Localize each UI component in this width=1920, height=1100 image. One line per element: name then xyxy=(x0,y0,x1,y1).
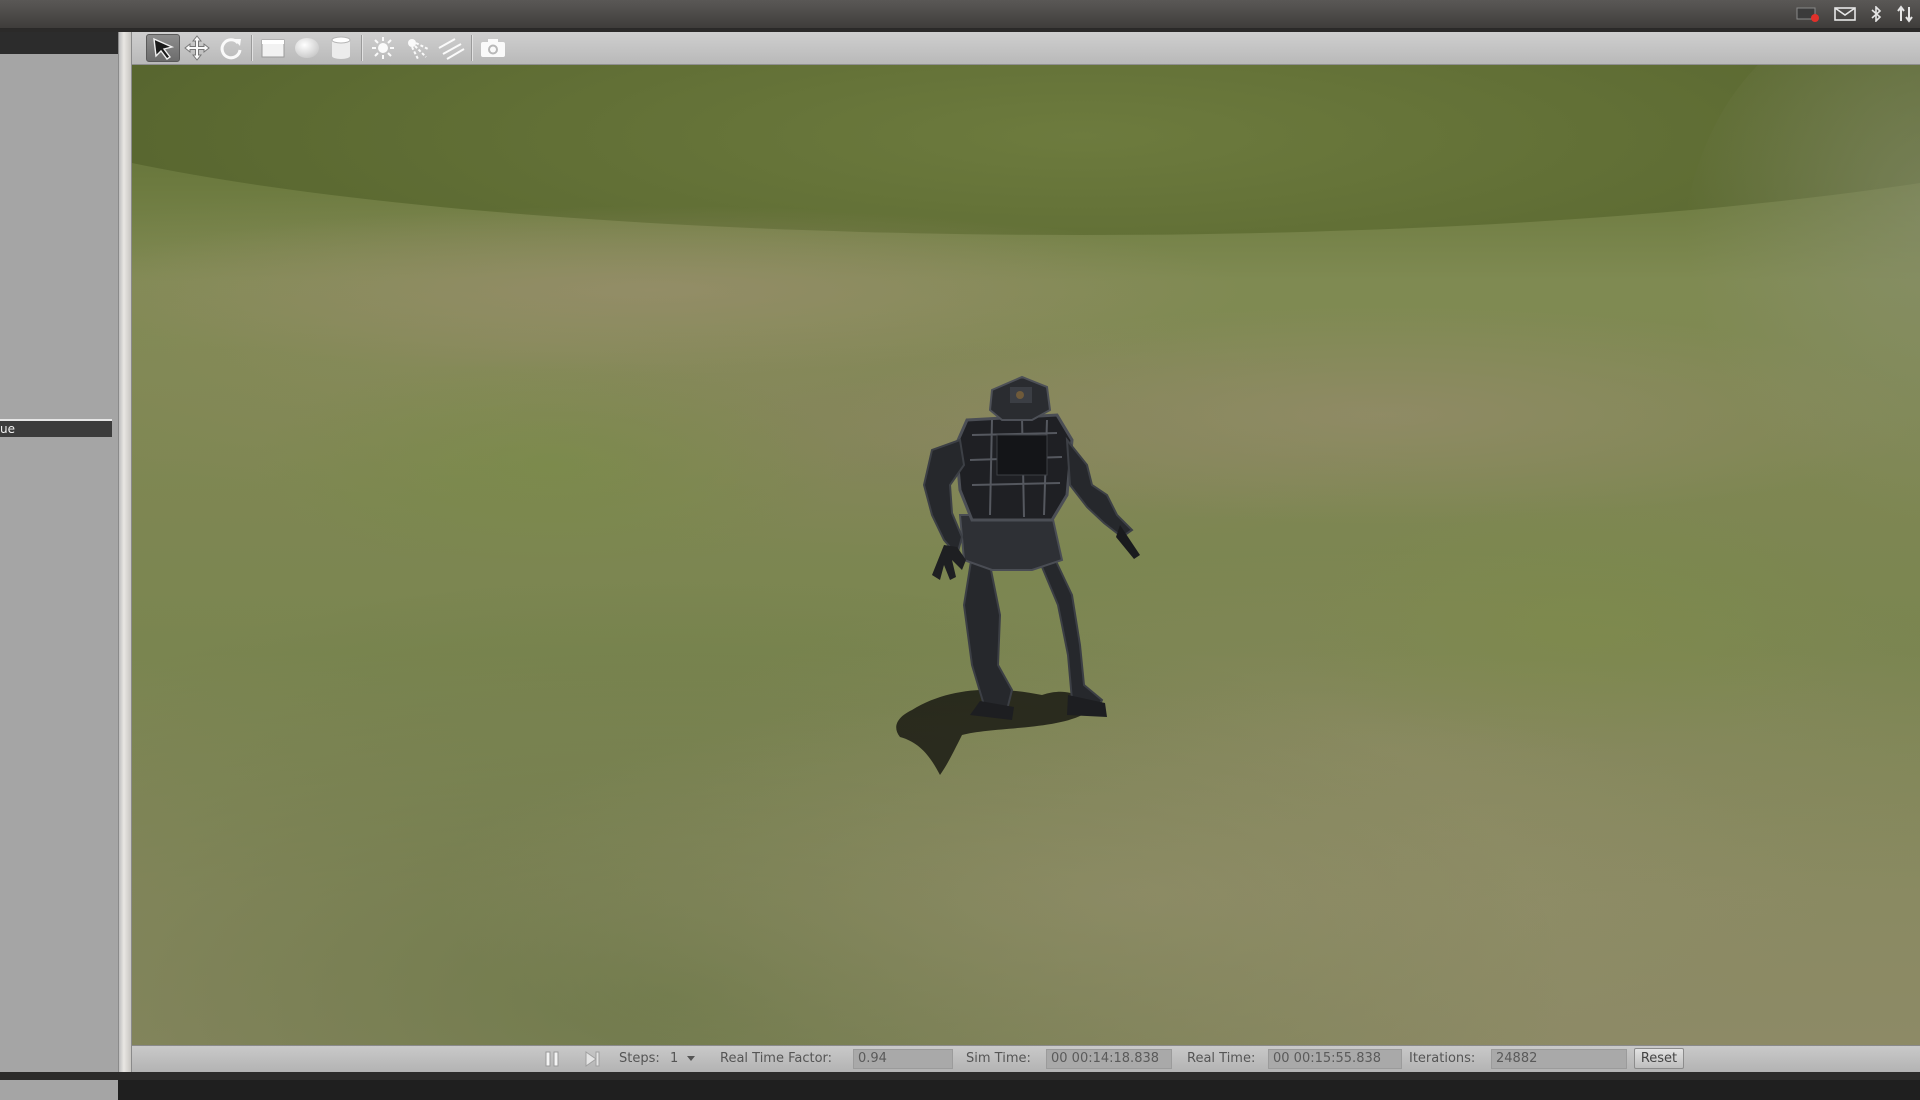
rotate-icon xyxy=(220,38,242,60)
screenshot-button[interactable] xyxy=(476,34,510,62)
iterations-label: Iterations: xyxy=(1409,1051,1476,1066)
step-button[interactable] xyxy=(584,1050,602,1072)
toolbar-separator xyxy=(361,35,363,61)
directional-light-icon xyxy=(438,38,465,60)
recording-icon[interactable] xyxy=(1796,6,1820,22)
atlas-robot-model[interactable] xyxy=(872,365,1172,785)
rotate-mode-button[interactable] xyxy=(214,34,248,62)
sim-time-field: 00 00:14:18.838 xyxy=(1046,1049,1172,1069)
left-panel-header xyxy=(0,32,118,54)
sphere-shape-button[interactable] xyxy=(290,34,324,62)
point-light-button[interactable] xyxy=(366,34,400,62)
translate-mode-button[interactable] xyxy=(180,34,214,62)
network-icon[interactable] xyxy=(1896,5,1914,23)
system-tray xyxy=(1796,4,1914,24)
box-icon xyxy=(261,39,285,58)
box-shape-button[interactable] xyxy=(256,34,290,62)
left-panel-body: ue xyxy=(0,54,118,1100)
terrain-ridge xyxy=(132,65,1920,235)
chevron-down-icon[interactable] xyxy=(686,1052,696,1067)
reset-button[interactable]: Reset xyxy=(1634,1048,1684,1069)
3d-viewport[interactable] xyxy=(132,65,1920,1045)
mail-icon[interactable] xyxy=(1834,7,1856,21)
os-top-panel xyxy=(0,0,1920,29)
spotlight-icon xyxy=(408,39,429,60)
real-time-field: 00 00:15:55.838 xyxy=(1268,1049,1402,1069)
steps-label: Steps: xyxy=(619,1051,660,1066)
real-time-factor-field: 0.94 xyxy=(853,1049,953,1069)
left-panel: ue xyxy=(0,32,120,1100)
main-toolbar xyxy=(132,32,1920,65)
iterations-field: 24882 xyxy=(1491,1049,1627,1069)
window-frame-bottom xyxy=(0,1072,1920,1080)
panel-splitter[interactable] xyxy=(118,32,132,1072)
pause-icon xyxy=(545,1051,559,1067)
sun-icon xyxy=(372,37,394,59)
status-bar: Steps: 1 Real Time Factor: 0.94 Sim Time… xyxy=(132,1045,1920,1072)
spot-light-button[interactable] xyxy=(400,34,434,62)
real-time-factor-label: Real Time Factor: xyxy=(720,1051,833,1066)
steps-value[interactable]: 1 xyxy=(670,1051,678,1066)
bluetooth-icon[interactable] xyxy=(1870,6,1882,22)
terrain-mound xyxy=(252,355,852,575)
cylinder-shape-button[interactable] xyxy=(324,34,358,62)
cylinder-icon xyxy=(331,36,351,59)
move-arrows-icon xyxy=(184,35,210,61)
real-time-label: Real Time: xyxy=(1187,1051,1256,1066)
toolbar-separator xyxy=(471,35,473,61)
directional-light-button[interactable] xyxy=(434,34,468,62)
sphere-icon xyxy=(295,38,319,58)
select-mode-button[interactable] xyxy=(146,34,180,62)
pause-button[interactable] xyxy=(544,1050,560,1072)
toolbar-separator xyxy=(251,35,253,61)
sim-time-label: Sim Time: xyxy=(966,1051,1031,1066)
step-forward-icon xyxy=(585,1051,600,1067)
camera-icon xyxy=(481,39,505,57)
arrow-cursor-icon xyxy=(153,37,175,60)
left-panel-selected-row[interactable]: ue xyxy=(0,419,112,437)
